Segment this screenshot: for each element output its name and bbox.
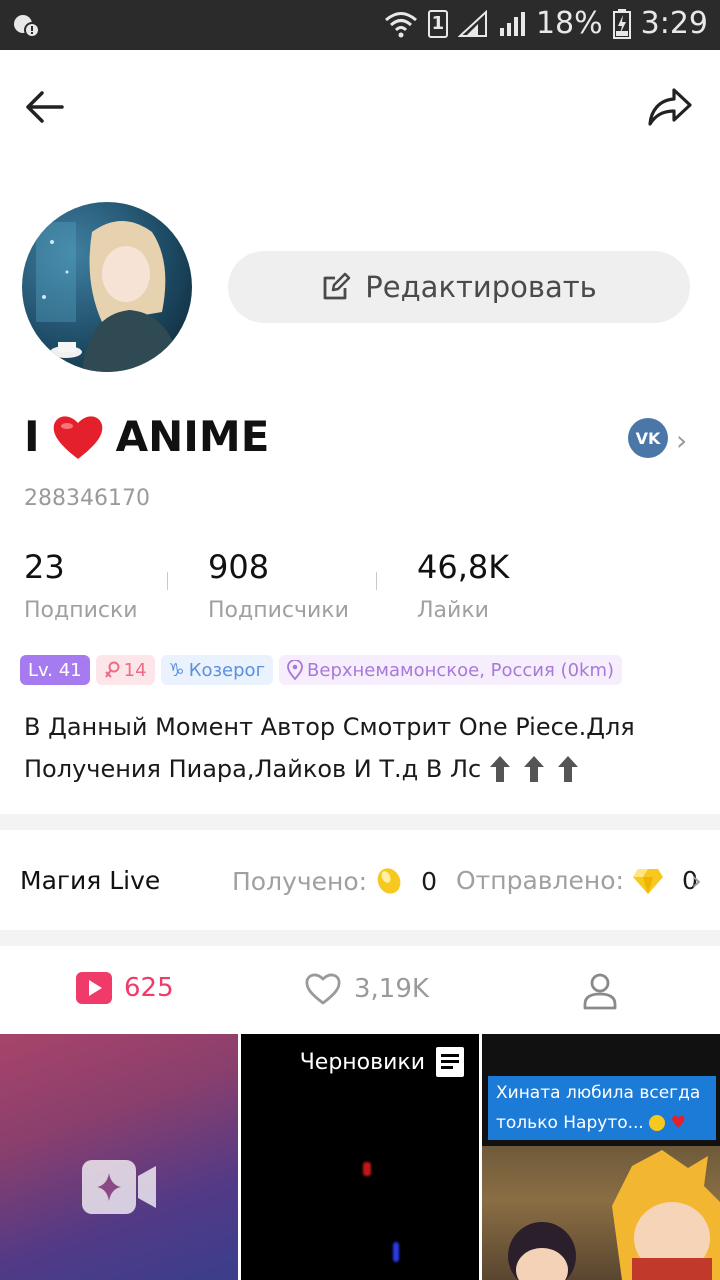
profile-name: I ANIME bbox=[24, 412, 269, 461]
capricorn-icon: ♑ bbox=[168, 659, 185, 681]
bio-line: В Данный Момент Автор Смотрит One Piece.… bbox=[24, 713, 635, 741]
grid-item-drafts[interactable]: Черновики bbox=[241, 1034, 479, 1280]
user-id: 288346170 bbox=[24, 486, 150, 511]
video-thumbnail-artifact bbox=[393, 1242, 399, 1262]
stat-label: Подписки bbox=[24, 598, 138, 623]
received-value: 0 bbox=[421, 866, 437, 896]
battery-percent: 18% bbox=[535, 6, 603, 41]
video-caption-text: Хината любила всегда только Наруто... bbox=[496, 1083, 701, 1133]
stat-value: 46,8K bbox=[417, 548, 510, 586]
signal-icon bbox=[457, 9, 487, 37]
location-pin-icon bbox=[287, 660, 303, 680]
back-arrow-icon bbox=[26, 91, 64, 123]
video-camera-icon bbox=[82, 1160, 156, 1214]
profile-bio: В Данный Момент Автор Смотрит One Piece.… bbox=[24, 706, 694, 790]
wifi-icon bbox=[384, 11, 417, 37]
drafts-label: Черновики bbox=[299, 1049, 425, 1075]
grid-item-video[interactable]: Хината любила всегда только Наруто... ♥ bbox=[482, 1034, 720, 1280]
videos-count: 625 bbox=[124, 973, 174, 1003]
heart-emoji-icon bbox=[53, 415, 102, 459]
person-icon bbox=[583, 973, 617, 1010]
battery-charging-icon bbox=[612, 8, 631, 39]
magic-live-row[interactable]: Магия Live Получено: 0 Отправлено: 0 › bbox=[0, 830, 720, 930]
stat-label: Подписчики bbox=[208, 598, 349, 623]
likes-count: 3,19K bbox=[354, 974, 429, 1004]
share-button[interactable] bbox=[646, 84, 694, 130]
edit-profile-label: Редактировать bbox=[365, 270, 597, 304]
content-tabs: 625 3,19K bbox=[0, 948, 720, 1034]
level-label: Lv. 41 bbox=[28, 659, 82, 681]
received-label: Получено: bbox=[232, 866, 368, 896]
tab-profile[interactable] bbox=[582, 972, 618, 1010]
edit-profile-button[interactable]: Редактировать bbox=[228, 251, 690, 323]
location-label: Верхнемамонское, Россия (0km) bbox=[307, 659, 615, 681]
stat-value: 908 bbox=[208, 548, 270, 586]
stat-divider bbox=[167, 572, 168, 590]
sent-label: Отправлено: bbox=[456, 866, 624, 895]
sim-indicator: 1 bbox=[427, 9, 448, 38]
bean-coin-icon bbox=[377, 868, 401, 894]
section-divider bbox=[0, 814, 720, 830]
drafts-icon bbox=[436, 1047, 464, 1077]
red-heart-icon: ♥ bbox=[670, 1113, 686, 1133]
stat-likes[interactable]: 46,8K Лайки bbox=[417, 548, 509, 623]
status-bar: 1 18% 3:29 bbox=[0, 0, 720, 50]
grid-item-create[interactable] bbox=[0, 1034, 238, 1280]
tab-videos[interactable]: 625 bbox=[76, 972, 174, 1004]
stat-divider bbox=[376, 572, 377, 590]
bio-line: Получения Пиара,Лайков И Т.д В Лс bbox=[24, 755, 482, 783]
age-badge: 14 bbox=[95, 655, 155, 685]
share-arrow-icon bbox=[648, 88, 692, 126]
zodiac-label: Козерог bbox=[188, 659, 266, 681]
location-badge[interactable]: Верхнемамонское, Россия (0km) bbox=[279, 655, 623, 685]
chevron-right-icon: › bbox=[690, 864, 702, 897]
magic-received: Получено: 0 bbox=[232, 866, 437, 896]
chevron-right-icon[interactable]: › bbox=[676, 424, 687, 457]
heart-outline-icon bbox=[305, 973, 341, 1005]
grin-emoji-icon bbox=[649, 1115, 666, 1131]
video-grid: Черновики Хината любила всегда только На… bbox=[0, 1034, 720, 1280]
up-arrow-emoji-icon bbox=[489, 755, 579, 783]
name-prefix: I bbox=[24, 412, 40, 461]
section-divider bbox=[0, 930, 720, 946]
tab-likes[interactable]: 3,19K bbox=[304, 972, 429, 1006]
stat-label: Лайки bbox=[417, 598, 489, 623]
diamond-icon bbox=[632, 868, 663, 894]
level-badge[interactable]: Lv. 41 bbox=[20, 655, 90, 685]
video-play-icon bbox=[76, 972, 112, 1004]
edit-icon bbox=[323, 272, 351, 300]
vk-icon[interactable]: VK bbox=[628, 418, 668, 458]
drafts-label-group: Черновики bbox=[300, 1046, 465, 1078]
magic-sent: Отправлено: 0 bbox=[456, 866, 698, 895]
stat-followers[interactable]: 908 Подписчики bbox=[208, 548, 349, 623]
stat-following[interactable]: 23 Подписки bbox=[24, 548, 138, 623]
clock: 3:29 bbox=[640, 6, 708, 41]
zodiac-badge: ♑ Козерог bbox=[160, 655, 274, 685]
age-value: 14 bbox=[123, 659, 147, 681]
avatar[interactable] bbox=[22, 202, 192, 372]
stat-value: 23 bbox=[24, 548, 65, 586]
video-thumbnail bbox=[482, 1146, 720, 1280]
video-thumbnail-artifact bbox=[363, 1162, 371, 1176]
name-suffix: ANIME bbox=[115, 412, 270, 461]
female-icon bbox=[104, 661, 120, 678]
profile-tags: Lv. 41 14 ♑ Козерог Верхнемамонское, Рос… bbox=[20, 655, 623, 685]
top-bar bbox=[0, 50, 720, 160]
back-button[interactable] bbox=[22, 84, 68, 130]
magic-live-title: Магия Live bbox=[20, 866, 161, 895]
notification-icon bbox=[12, 12, 42, 44]
video-caption: Хината любила всегда только Наруто... ♥ bbox=[488, 1076, 716, 1140]
signal-icon-2 bbox=[499, 11, 525, 36]
